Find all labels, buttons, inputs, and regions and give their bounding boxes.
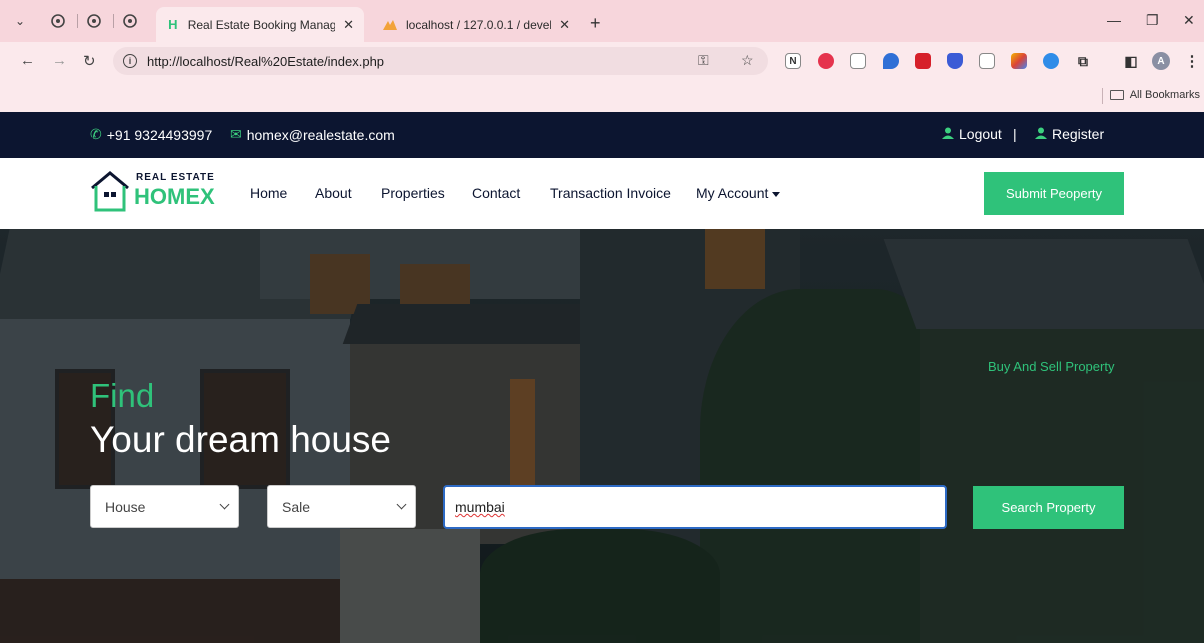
nav-about[interactable]: About (315, 185, 352, 201)
tab-favicon-icon: H (168, 17, 178, 32)
extension-red-icon[interactable] (818, 53, 834, 69)
tab-real-estate[interactable]: H Real Estate Booking Manageme ✕ (156, 7, 364, 42)
bookmarks-bar: All Bookmarks (0, 80, 1204, 112)
hero-heading-dream-house: Your dream house (90, 419, 392, 460)
back-icon[interactable]: ← (20, 52, 35, 69)
email-contact[interactable]: ✉ homex@realestate.com (230, 126, 395, 143)
side-panel-icon[interactable]: ◧ (1123, 53, 1139, 69)
phone-number: +91 9324493997 (106, 126, 213, 143)
logout-link[interactable]: Logout (942, 126, 1002, 142)
all-bookmarks-button[interactable]: All Bookmarks (1109, 89, 1200, 101)
phpmyadmin-icon (382, 17, 398, 33)
auth-separator: | (1013, 126, 1017, 142)
extension-shield-icon[interactable] (947, 53, 963, 69)
nav-transaction-invoice[interactable]: Transaction Invoice (550, 185, 671, 201)
chevron-down-icon (396, 499, 407, 510)
logo-line-2: HOMEX (134, 184, 215, 209)
submit-property-button[interactable]: Submit Peoperty (984, 172, 1124, 215)
contact-strip: ✆ +91 9324493997 ✉ homex@realestate.com … (0, 112, 1204, 158)
homex-logo[interactable]: REAL ESTATE HOMEX (90, 166, 225, 218)
extension-dots-icon[interactable] (1011, 53, 1027, 69)
new-tab-icon[interactable]: + (590, 13, 601, 34)
site-info-icon[interactable]: i (123, 54, 137, 68)
globe-icon[interactable] (120, 11, 140, 31)
nav-my-account[interactable]: My Account (696, 185, 781, 201)
property-type-select[interactable]: House (90, 485, 239, 528)
url-text: http://localhost/Real%20Estate/index.php (147, 53, 385, 69)
phone-icon: ✆ (90, 126, 102, 142)
extension-tab-icon[interactable] (850, 53, 866, 69)
tab-title: localhost / 127.0.0.1 / develope (406, 17, 551, 32)
minimize-icon[interactable]: — (1107, 12, 1121, 28)
user-icon (942, 126, 954, 142)
reload-icon[interactable]: ↻ (83, 52, 96, 70)
hero-heading-find: Find (90, 377, 155, 414)
close-icon[interactable]: ✕ (559, 17, 570, 33)
property-status-select[interactable]: Sale (267, 485, 416, 528)
restore-icon[interactable]: ❐ (1146, 12, 1159, 29)
nav-home[interactable]: Home (250, 185, 287, 201)
chevron-down-icon (219, 499, 230, 510)
hero-section: Buy And Sell Property Find Your dream ho… (0, 229, 1204, 643)
logo-line-1: REAL ESTATE (136, 172, 215, 183)
nav-my-account-label: My Account (696, 185, 769, 201)
register-label: Register (1052, 126, 1105, 142)
window-close-icon[interactable]: ✕ (1183, 12, 1195, 29)
browser-toolbar: ← → ↻ i http://localhost/Real%20Estate/i… (0, 42, 1204, 80)
nav-contact[interactable]: Contact (472, 185, 520, 201)
nav-properties[interactable]: Properties (381, 185, 445, 201)
all-bookmarks-label: All Bookmarks (1129, 89, 1200, 101)
location-search-input[interactable]: mumbai (443, 485, 947, 529)
forward-icon[interactable]: → (52, 52, 67, 69)
bookmark-star-icon[interactable]: ☆ (741, 52, 754, 69)
extension-blue-icon[interactable] (1043, 53, 1059, 69)
key-icon[interactable]: ⚿ (698, 52, 709, 69)
house-logo-icon (91, 171, 129, 212)
register-link[interactable]: Register (1035, 126, 1104, 142)
profile-avatar[interactable]: A (1152, 52, 1170, 70)
globe-icon[interactable] (48, 11, 68, 31)
tab-phpmyadmin[interactable]: localhost / 127.0.0.1 / develope ✕ (372, 7, 580, 42)
browser-menu-icon[interactable]: ⋮ (1184, 53, 1200, 70)
extension-flame-icon[interactable] (883, 53, 899, 69)
user-icon (1035, 126, 1047, 142)
folder-icon (1109, 90, 1124, 100)
logout-label: Logout (959, 126, 1002, 142)
property-type-value: House (105, 498, 146, 515)
phone-contact[interactable]: ✆ +91 9324493997 (90, 126, 212, 143)
address-bar[interactable]: i http://localhost/Real%20Estate/index.p… (113, 47, 768, 75)
search-input-value: mumbai (455, 499, 505, 515)
extension-clipboard-icon[interactable] (979, 53, 995, 69)
tab-search-chevron-icon[interactable]: ⌄ (10, 11, 30, 31)
envelope-icon: ✉ (230, 126, 242, 142)
extension-notion-icon[interactable]: N (785, 53, 801, 69)
extension-pdf-icon[interactable] (915, 53, 931, 69)
hero-tagline: Buy And Sell Property (988, 359, 1115, 374)
search-property-button[interactable]: Search Property (973, 486, 1124, 529)
caret-down-icon (772, 191, 781, 197)
tab-title: Real Estate Booking Manageme (187, 17, 336, 32)
property-status-value: Sale (282, 498, 311, 515)
site-header: REAL ESTATE HOMEX Home About Properties … (0, 158, 1204, 229)
close-icon[interactable]: ✕ (343, 17, 354, 33)
browser-tab-bar: ⌄ H Real Estate Booking Manageme ✕ local… (0, 0, 1204, 42)
extensions-puzzle-icon[interactable]: ⧉ (1075, 53, 1091, 69)
globe-icon[interactable] (84, 11, 104, 31)
email-address: homex@realestate.com (246, 126, 395, 143)
